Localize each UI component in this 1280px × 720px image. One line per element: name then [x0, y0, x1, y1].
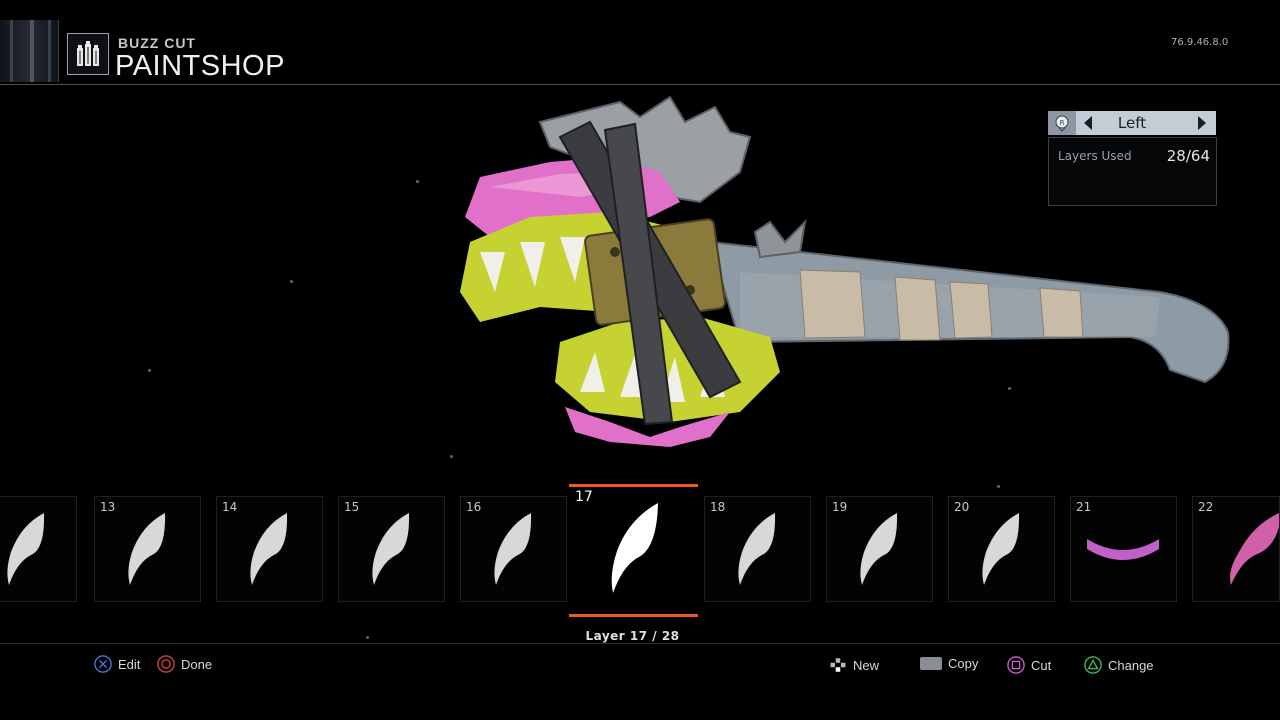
claw-decal-icon: [1230, 513, 1279, 585]
claw-decal-icon: [128, 513, 166, 585]
header-divider: [0, 84, 1280, 85]
layer-tile[interactable]: 21: [1070, 496, 1177, 602]
cross-button-icon: [94, 655, 112, 673]
layer-tile[interactable]: 22: [1192, 496, 1280, 602]
claw-decal-icon: [860, 513, 898, 585]
new-label: New: [853, 657, 880, 673]
copy-label: Copy: [948, 656, 979, 671]
claw-decal-icon: [738, 513, 776, 585]
layer-tile[interactable]: 18: [704, 496, 811, 602]
copy-button[interactable]: Copy: [920, 656, 978, 671]
layer-tile[interactable]: 14: [216, 496, 323, 602]
selected-side-value: Left: [1117, 114, 1147, 132]
page-title: PAINTSHOP: [115, 50, 285, 82]
header: BUZZ CUT PAINTSHOP 76.9.46.8.0: [0, 0, 1280, 85]
claw-decal-icon: [494, 513, 532, 585]
new-button[interactable]: New: [829, 656, 879, 674]
layer-tile[interactable]: 16: [460, 496, 567, 602]
side-selector[interactable]: R Left: [1048, 111, 1216, 135]
done-label: Done: [181, 656, 213, 672]
background-speck: [290, 280, 293, 283]
footer-divider: [0, 643, 1280, 644]
paintshop-cans-icon: [67, 33, 109, 75]
header-subtitle: BUZZ CUT: [118, 35, 196, 51]
layer-tile[interactable]: 15: [338, 496, 445, 602]
background-speck: [148, 369, 151, 372]
triangle-button-icon: [1084, 656, 1102, 674]
background-speck: [416, 180, 419, 183]
layers-used-label: Layers Used: [1058, 149, 1132, 163]
layer-tile[interactable]: 20: [948, 496, 1055, 602]
change-button[interactable]: Change: [1084, 656, 1154, 674]
claw-decal-icon: [372, 513, 410, 585]
cut-button[interactable]: Cut: [1007, 656, 1051, 674]
layers-used-panel: Layers Used 28/64: [1048, 137, 1217, 206]
edit-button[interactable]: Edit: [94, 655, 140, 673]
claw-decal-icon: [250, 513, 288, 585]
touchpad-icon: [920, 657, 942, 670]
claw-decal-icon: [982, 513, 1020, 585]
edit-label: Edit: [118, 656, 141, 672]
layer-tile[interactable]: [0, 496, 77, 602]
claw-decal-icon: [7, 513, 45, 585]
done-button[interactable]: Done: [157, 655, 212, 673]
circle-button-icon: [157, 655, 175, 673]
layer-tile[interactable]: 19: [826, 496, 933, 602]
layer-tile-selected[interactable]: 17: [569, 484, 698, 617]
arrow-right-icon[interactable]: [1198, 116, 1206, 130]
square-button-icon: [1007, 656, 1025, 674]
version-label: 76.9.46.8.0: [1171, 37, 1229, 48]
arc-decal-icon: [1087, 539, 1159, 560]
layer-strip: 13 14 15 16 17 18 19 20 21 22: [0, 480, 1280, 640]
change-label: Change: [1108, 657, 1154, 673]
layer-counter: Layer 17 / 28: [585, 629, 680, 643]
cut-label: Cut: [1031, 657, 1052, 673]
layers-used-value: 28/64: [1166, 147, 1210, 165]
layer-tile[interactable]: 13: [94, 496, 201, 602]
background-speck: [450, 455, 453, 458]
claw-decal-icon: [611, 503, 658, 593]
dpad-icon: [829, 656, 847, 674]
header-decoration: [0, 20, 59, 82]
